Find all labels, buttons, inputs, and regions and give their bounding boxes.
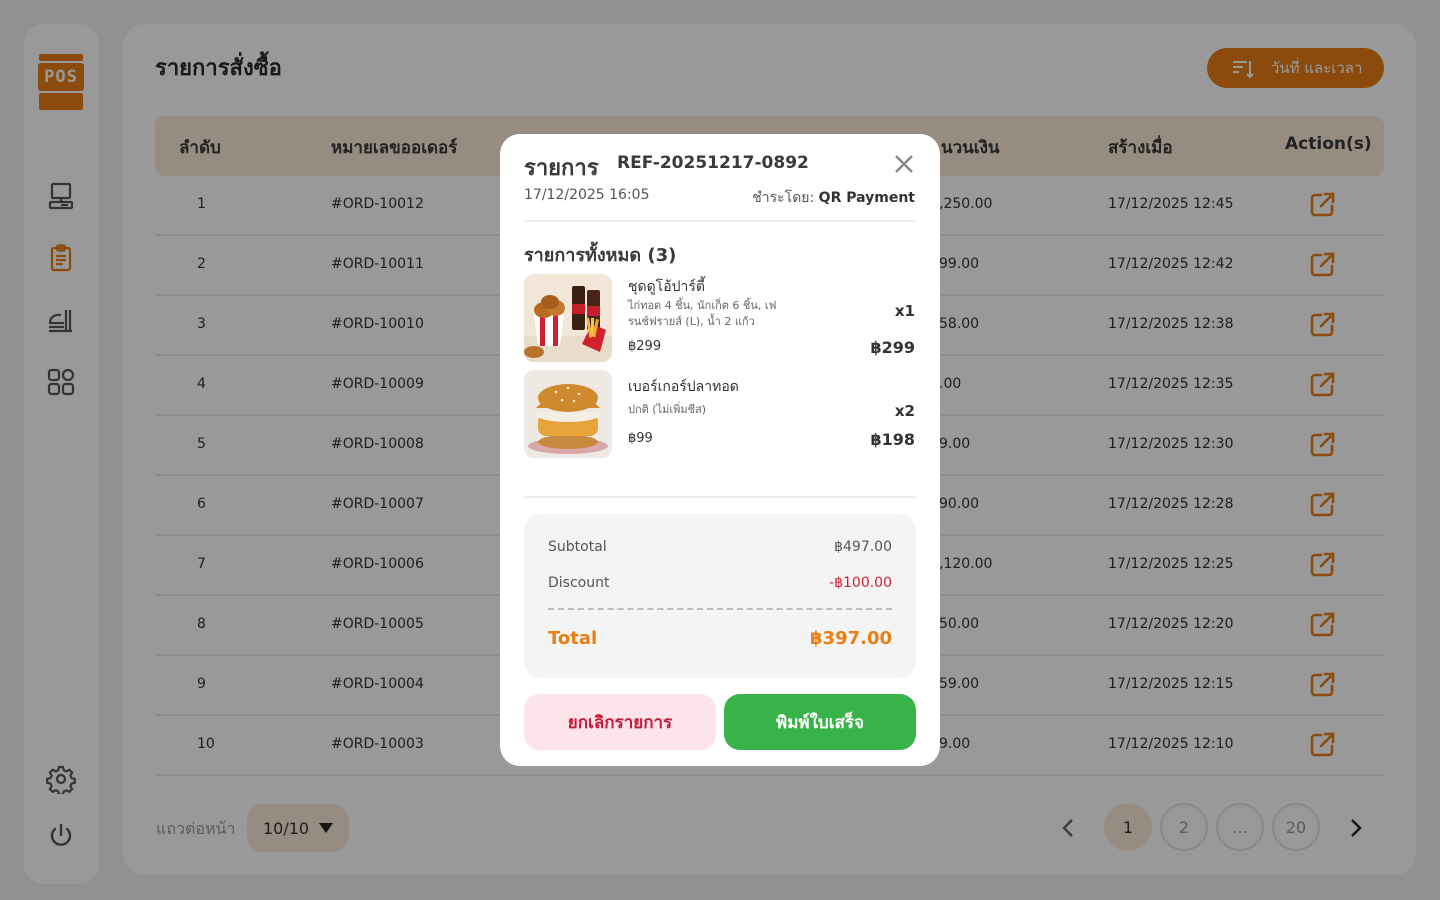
order-reference: REF-20251217-0892 [617, 153, 809, 173]
item-name: ชุดดูโอ้ปาร์ตี้ [628, 279, 705, 295]
subtotal-label: Subtotal [548, 539, 607, 555]
item-image-party-set [524, 274, 612, 362]
items-title: รายการทั้งหมด (3) [524, 245, 677, 266]
divider [524, 496, 916, 498]
item-unit-price: ฿299 [628, 339, 662, 354]
item-description: ปกติ (ไม่เพิ่มชีส) [628, 403, 707, 416]
payment-method-value: QR Payment [818, 190, 915, 206]
subtotal-value: ฿497.00 [834, 539, 892, 555]
item-name: เบอร์เกอร์ปลาทอด [628, 379, 739, 395]
item-quantity: x1 [894, 302, 915, 320]
print-receipt-button[interactable]: พิมพ์ใบเสร็จ [724, 694, 916, 750]
item-quantity: x2 [894, 402, 915, 420]
item-image-fish-burger [524, 370, 612, 458]
item-total: ฿299 [870, 338, 915, 357]
discount-label: Discount [548, 575, 610, 591]
payment-method: ชำระโดย: QR Payment [752, 187, 915, 209]
cancel-order-button[interactable]: ยกเลิกรายการ [524, 694, 716, 750]
discount-value: -฿100.00 [829, 575, 892, 591]
payment-method-label: ชำระโดย: [752, 190, 815, 206]
item-total: ฿198 [870, 430, 915, 449]
modal-title: รายการ [524, 156, 599, 181]
order-detail-modal: รายการ REF-20251217-0892 17/12/2025 16:0… [500, 134, 940, 766]
order-datetime: 17/12/2025 16:05 [524, 187, 650, 203]
dashed-divider [548, 608, 892, 610]
total-label: Total [548, 628, 598, 649]
total-value: ฿397.00 [810, 628, 892, 649]
item-description: ไก่ทอด 4 ชิ้น, นักเก็ต 6 ชิ้น, เฟรนช์ฟรา… [628, 299, 777, 328]
divider [524, 220, 916, 222]
item-unit-price: ฿99 [628, 431, 653, 446]
close-icon[interactable] [894, 154, 914, 174]
order-summary: Subtotal ฿497.00 Discount -฿100.00 Total… [524, 514, 916, 678]
